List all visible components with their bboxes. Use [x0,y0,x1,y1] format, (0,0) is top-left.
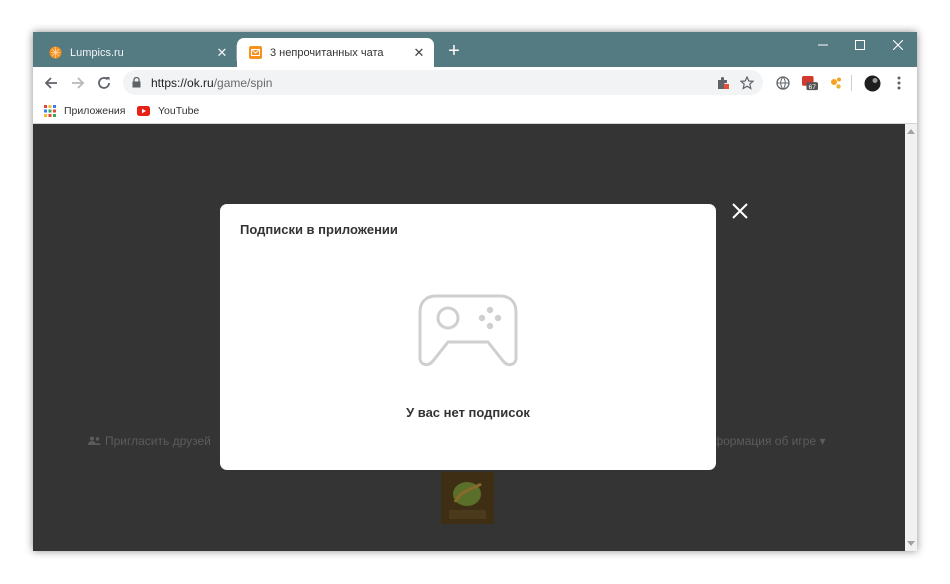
invite-friends-link[interactable]: Пригласить друзей [88,434,211,448]
translate-puzzle-icon[interactable] [715,75,731,91]
sparkle-extension-icon[interactable] [828,75,844,91]
lock-icon [132,77,141,88]
bookmarks-bar: Приложения YouTube [33,99,917,124]
subscriptions-dialog: Подписки в приложении У вас нет подписок [220,204,716,470]
close-tab-icon[interactable]: ✕ [410,44,428,62]
bookmark-youtube[interactable]: YouTube [137,102,199,120]
mail-favicon-icon [249,46,262,59]
bookmark-apps[interactable]: Приложения [44,102,125,120]
scroll-up-arrow-icon[interactable] [907,129,915,134]
star-bookmark-icon[interactable] [739,75,755,91]
dialog-title: Подписки в приложении [240,222,398,237]
tab-title: Lumpics.ru [70,46,124,59]
close-tab-icon[interactable]: ✕ [213,44,231,62]
tab-chats[interactable]: 3 непрочитанных чата ✕ [237,38,434,67]
users-icon [88,436,101,445]
modal-close-icon[interactable] [731,202,749,220]
youtube-icon [137,106,150,116]
game-info-link[interactable]: Информация об игре ▾ [698,434,825,448]
address-bar[interactable]: https://ok.ru/game/spin [123,70,763,95]
forward-arrow-icon[interactable] [67,72,89,94]
toolbar-divider [851,75,852,91]
url-text: https://ok.ru/game/spin [151,76,273,90]
window-close-icon[interactable] [883,36,913,54]
more-menu-icon[interactable] [891,75,907,91]
orange-favicon-icon [49,46,62,59]
extension-badge: 67 [809,83,817,90]
tab-lumpics[interactable]: Lumpics.ru ✕ [37,38,237,67]
avatar[interactable] [863,74,881,92]
scroll-down-arrow-icon[interactable] [907,541,915,546]
gamepad-icon [418,294,518,367]
maximize-icon[interactable] [845,36,875,54]
reload-icon[interactable] [93,72,115,94]
tab-strip: Lumpics.ru ✕ 3 непрочитанных чата ✕ + [33,32,917,67]
vpn-extension-icon[interactable]: 67 [802,75,818,91]
bookmark-label: YouTube [158,105,200,117]
bookmark-label: Приложения [64,105,126,117]
empty-state-message: У вас нет подписок [406,405,530,420]
page-scrollbar[interactable] [905,124,917,551]
back-arrow-icon[interactable] [40,72,62,94]
minimize-icon[interactable] [808,36,838,54]
browser-toolbar: https://ok.ru/game/spin 67 [33,67,917,99]
tab-title: 3 непрочитанных чата [270,46,384,59]
globe-extension-icon[interactable] [775,75,791,91]
game-thumbnail[interactable] [441,472,494,524]
apps-grid-icon [44,105,56,117]
new-tab-button[interactable]: + [443,41,465,63]
